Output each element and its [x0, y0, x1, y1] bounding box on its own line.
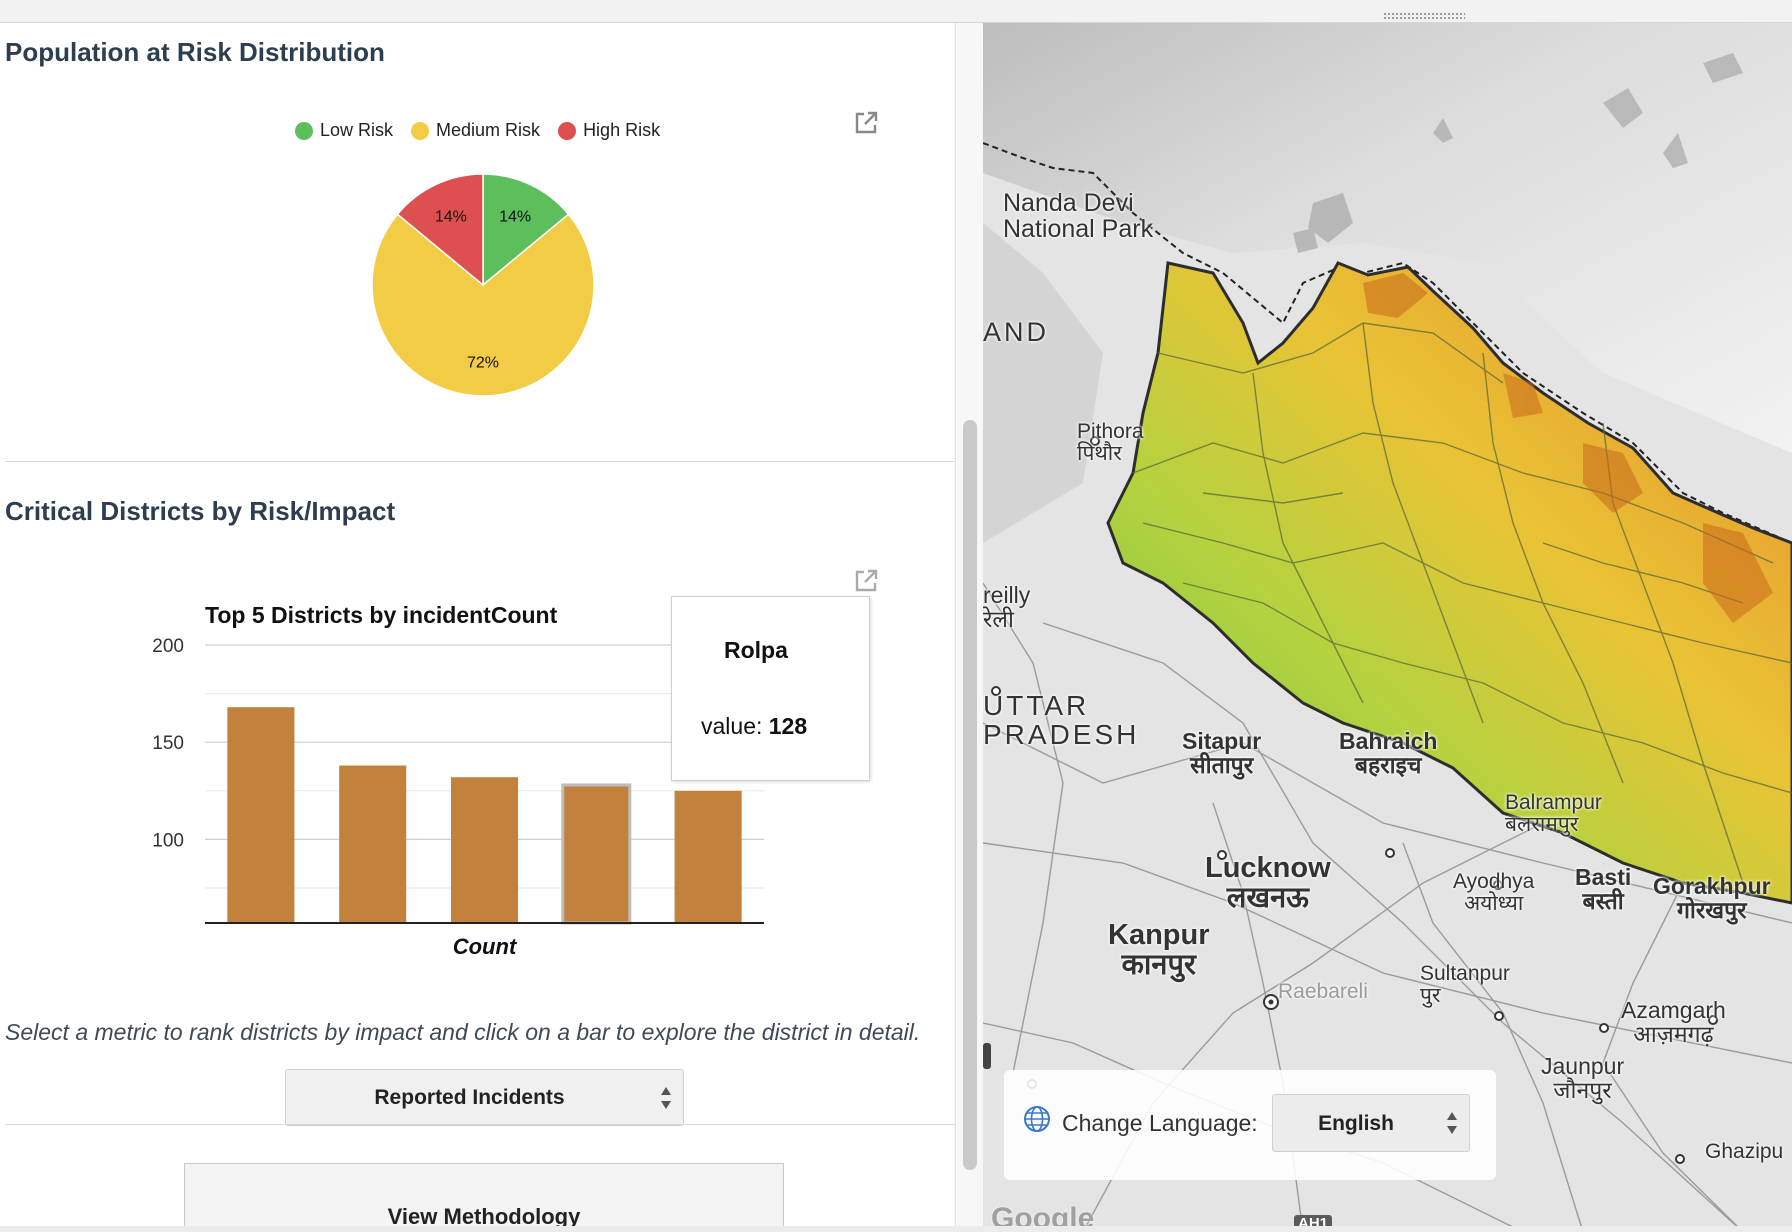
map-label: Raebareli — [1278, 980, 1368, 1003]
bar-expand-icon[interactable] — [853, 568, 879, 594]
language-select-value: English — [1318, 1112, 1394, 1135]
bar-section-title: Critical Districts by Risk/Impact — [5, 496, 396, 526]
bar-district-2[interactable] — [339, 765, 407, 923]
map-label: Sultanpur पुर — [1420, 962, 1510, 1008]
pie-slice-label: 14% — [435, 209, 467, 226]
map-label: Jaunpur जौनपुर — [1541, 1053, 1625, 1104]
y-tick-label: 200 — [152, 636, 184, 657]
bar-tooltip: Rolpa value: 128 — [671, 596, 870, 781]
window-bottom-bar — [0, 1226, 1792, 1232]
map-label: Azamgarh आज़मगढ़ — [1621, 997, 1726, 1048]
map-zoom-handle-icon — [983, 1043, 991, 1069]
map-label: Ghazipu — [1705, 1140, 1784, 1163]
map-label: Gorakhpur गोरखपुर — [1653, 873, 1771, 924]
map-label: Nanda Devi National Park — [1003, 189, 1154, 244]
language-label: Change Language: — [1062, 1110, 1258, 1136]
left-panel-scrollbar[interactable] — [957, 23, 983, 1232]
bar-district-4[interactable] — [561, 783, 632, 925]
tooltip-value-row: value: 128 — [701, 713, 807, 740]
bar-district-5[interactable] — [674, 790, 742, 923]
language-select[interactable]: English — [1272, 1094, 1470, 1152]
pie-legend: Low Risk Medium Risk High Risk — [295, 120, 660, 141]
y-tick-label: 150 — [152, 733, 184, 754]
view-methodology-button[interactable]: View Methodology — [184, 1163, 784, 1232]
legend-label-low: Low Risk — [320, 120, 394, 140]
legend-item-high-risk[interactable]: High Risk — [558, 120, 660, 141]
y-tick-label: 100 — [152, 830, 184, 851]
legend-label-medium: Medium Risk — [436, 120, 541, 140]
map-label: reilly रेली — [983, 582, 1031, 633]
map-label: Lucknow लखनऊ — [1205, 852, 1331, 915]
section-divider — [5, 461, 955, 462]
legend-dot-low — [295, 121, 313, 140]
legend-item-medium-risk[interactable]: Medium Risk — [411, 120, 540, 141]
language-select-arrows-icon — [1447, 1112, 1457, 1134]
tooltip-value: 128 — [768, 713, 808, 739]
pie-slice-label: 72% — [467, 355, 499, 372]
map-label: UTTAR PRADESH — [983, 690, 1140, 751]
map-label: AND — [983, 317, 1050, 347]
tooltip-title: Rolpa — [724, 637, 788, 663]
map-label: Balrampur बलरामपुर — [1505, 791, 1602, 837]
panel-resize-handle[interactable] — [1383, 12, 1465, 20]
x-axis-label: Count — [453, 934, 518, 959]
map-label: Basti बस्ती — [1575, 864, 1632, 915]
pie-expand-icon[interactable] — [853, 110, 879, 136]
risk-pie-chart[interactable]: 14% 72% 14% — [368, 170, 598, 400]
map-label: Sitapur सीतापुर — [1182, 728, 1262, 779]
map-label: Pithora पिथौर — [1077, 420, 1144, 466]
pie-slice-label: 14% — [499, 209, 531, 226]
left-panel: Population at Risk Distribution Low Risk… — [0, 23, 956, 1232]
legend-label-high: High Risk — [583, 120, 661, 140]
legend-dot-high — [558, 121, 577, 140]
map-view[interactable]: Nanda Devi National Park AND Pithora पिथौर… — [983, 23, 1792, 1232]
metric-select-value: Reported Incidents — [374, 1086, 565, 1109]
pie-section-title: Population at Risk Distribution — [5, 37, 385, 67]
metric-select[interactable]: Reported Incidents — [285, 1069, 684, 1126]
window-top-bar — [0, 0, 1792, 23]
map-label: Kanpur कानपुर — [1108, 919, 1210, 982]
section-divider-2 — [5, 1124, 955, 1125]
bar-district-3[interactable] — [450, 777, 519, 923]
map-label: Bahraich बहराइच — [1339, 728, 1438, 779]
bar-chart-title: Top 5 Districts by incidentCount — [205, 602, 558, 628]
legend-item-low-risk[interactable]: Low Risk — [295, 120, 393, 141]
globe-icon — [1024, 1106, 1050, 1132]
bar-caption: Select a metric to rank districts by imp… — [5, 1019, 921, 1045]
bar-district-1[interactable] — [227, 707, 295, 923]
tooltip-value-label: value: — [701, 713, 769, 739]
map-label: Ayodhya अयोध्या — [1453, 870, 1535, 916]
language-control: Change Language: English — [1004, 1070, 1496, 1180]
select-arrows-icon — [661, 1087, 671, 1109]
legend-dot-medium — [411, 121, 430, 140]
scrollbar-thumb[interactable] — [963, 420, 977, 1170]
